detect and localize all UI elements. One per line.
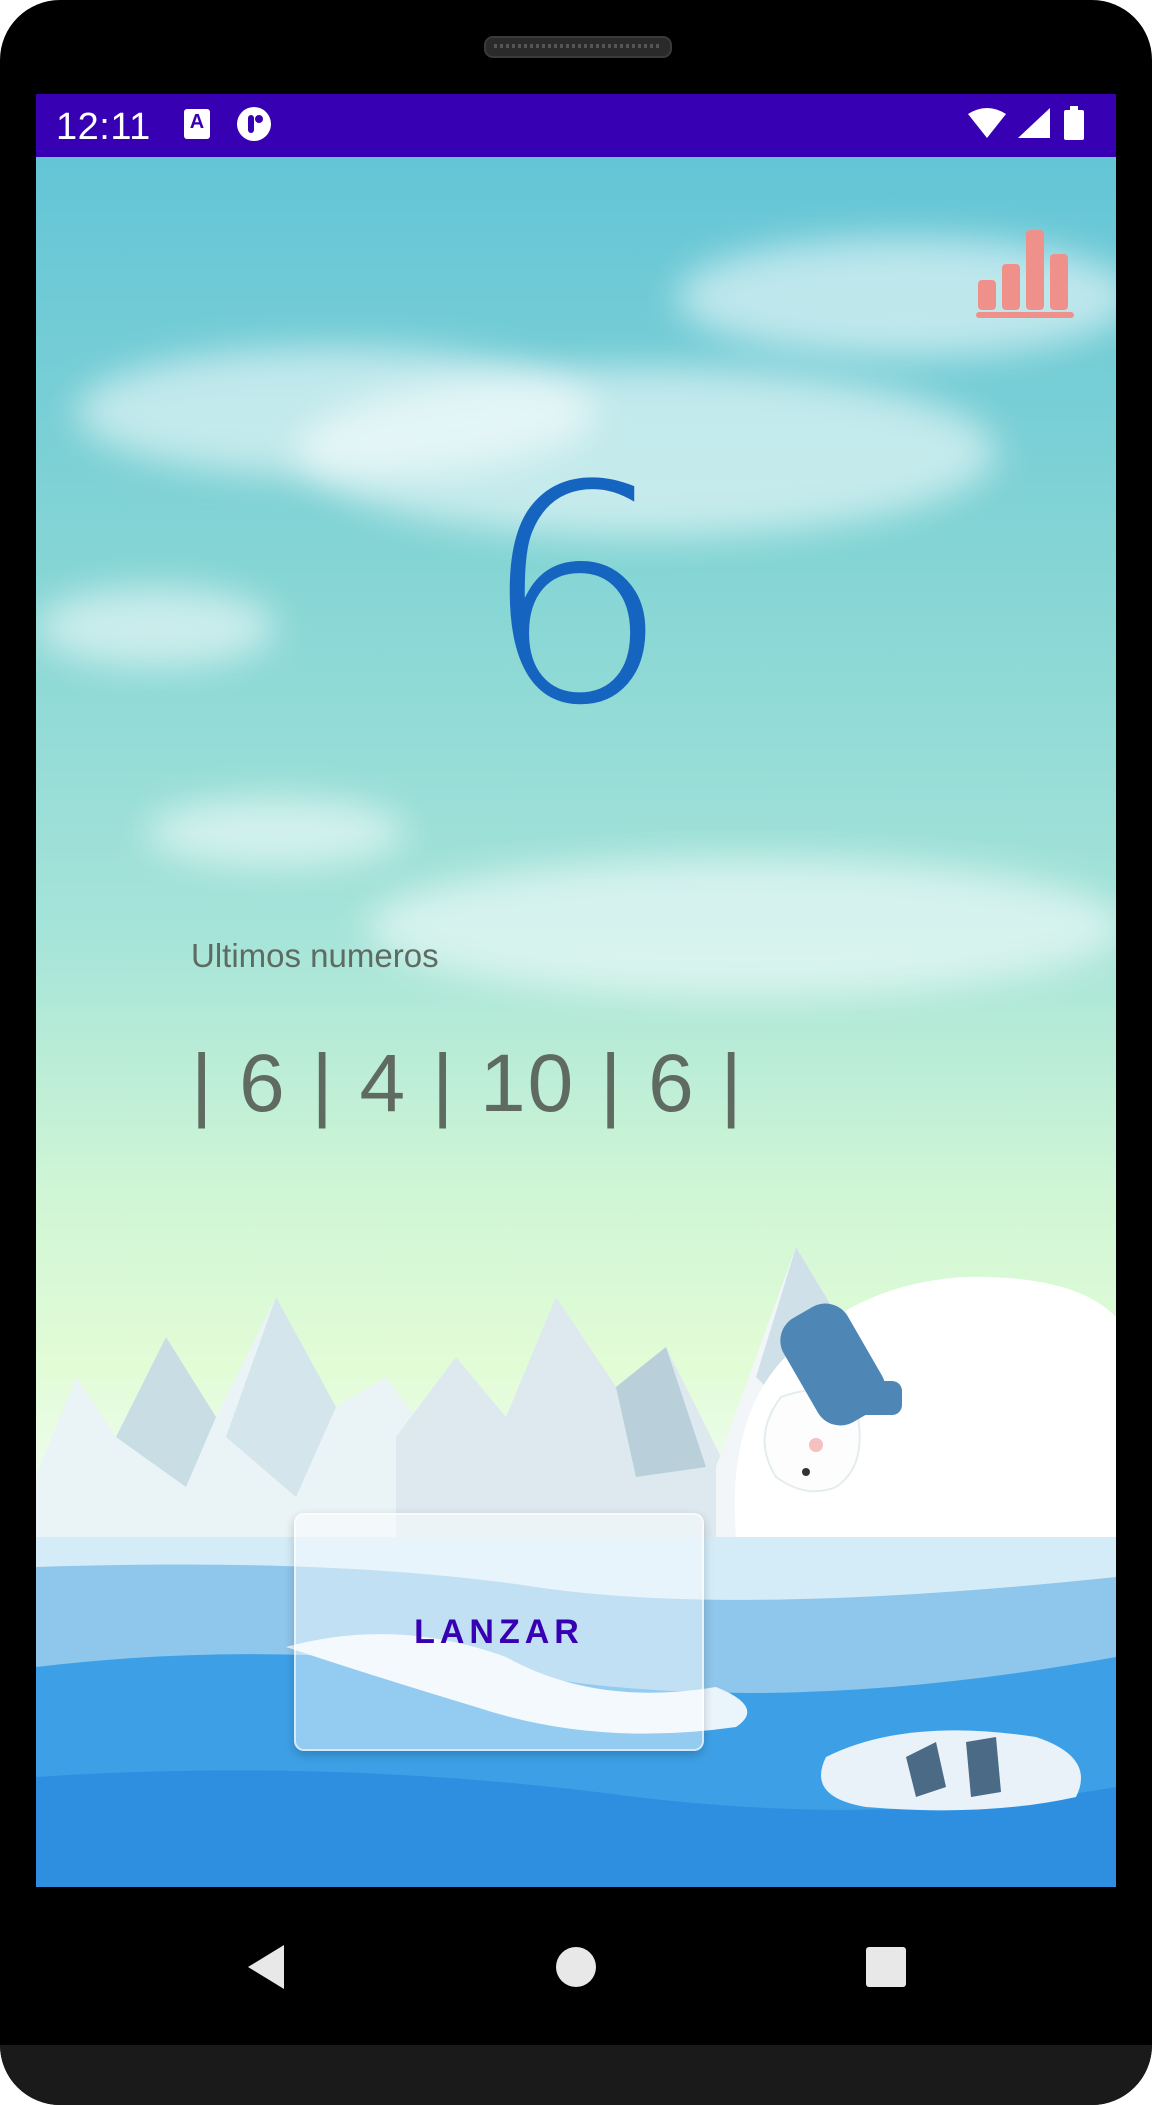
app-content: 6 Ultimos numeros | 6 | 4 | 10 | 6 | LAN…	[36, 157, 1116, 1887]
last-numbers-values: | 6 | 4 | 10 | 6 |	[191, 1038, 744, 1129]
wifi-icon	[968, 108, 1006, 138]
roll-button-label: LANZAR	[414, 1612, 584, 1651]
screen: 12:11 A 6 Ultimos numeros | 6 | 4 | 10 |…	[36, 94, 1116, 1887]
home-circle-icon[interactable]	[546, 1937, 606, 1997]
back-triangle-icon[interactable]	[240, 1937, 300, 1997]
stats-bar-4	[1050, 254, 1068, 310]
current-number: 6	[480, 422, 672, 771]
stats-bar-1	[978, 280, 996, 310]
status-bar: 12:11 A	[36, 94, 1116, 157]
battery-icon	[1064, 106, 1084, 140]
phone-chin	[0, 2045, 1152, 2105]
status-right-icons	[968, 106, 1084, 140]
navigation-bar	[36, 1887, 1116, 2045]
stats-bar-2	[1002, 264, 1020, 310]
stats-bar-3	[1026, 230, 1044, 310]
recents-square-icon[interactable]	[856, 1937, 916, 1997]
stats-baseline	[976, 312, 1074, 318]
tasker-icon	[237, 107, 271, 141]
status-time: 12:11	[56, 106, 151, 148]
stats-icon[interactable]	[976, 222, 1076, 320]
text-a-icon: A	[184, 109, 210, 139]
speaker-grille	[484, 36, 672, 58]
roll-button[interactable]: LANZAR	[294, 1513, 704, 1751]
signal-icon	[1018, 108, 1050, 138]
last-numbers-label: Ultimos numeros	[191, 937, 439, 974]
phone-frame: 12:11 A 6 Ultimos numeros | 6 | 4 | 10 |…	[0, 0, 1152, 2105]
